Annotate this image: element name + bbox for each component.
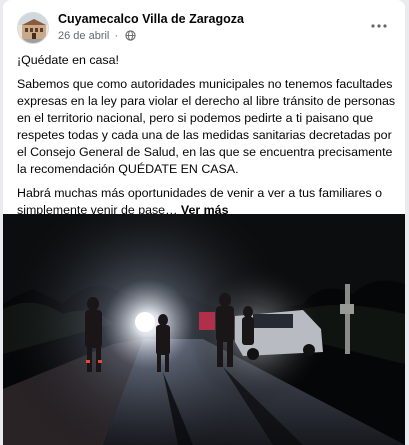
post-meta: 26 de abril ·	[58, 30, 136, 44]
post-text: ¡Quédate en casa! Sabemos que como autor…	[17, 52, 399, 226]
page-name-link[interactable]: Cuyamecalco Villa de Zaragoza	[58, 12, 244, 26]
post-card: Cuyamecalco Villa de Zaragoza 26 de abri…	[3, 0, 405, 445]
meta-separator: ·	[114, 30, 119, 42]
more-options-icon	[371, 24, 387, 28]
globe-icon	[125, 30, 136, 44]
more-options-button[interactable]	[367, 14, 391, 38]
avatar-building-image	[18, 13, 48, 43]
night-road-checkpoint-image	[3, 214, 405, 445]
post-photo[interactable]	[3, 214, 405, 445]
post-greeting: ¡Quédate en casa!	[17, 53, 119, 67]
post-header: Cuyamecalco Villa de Zaragoza 26 de abri…	[3, 0, 405, 50]
post-paragraph: Sabemos que como autoridades municipales…	[17, 77, 396, 176]
post-date[interactable]: 26 de abril	[58, 30, 109, 42]
page-avatar[interactable]	[17, 12, 49, 44]
